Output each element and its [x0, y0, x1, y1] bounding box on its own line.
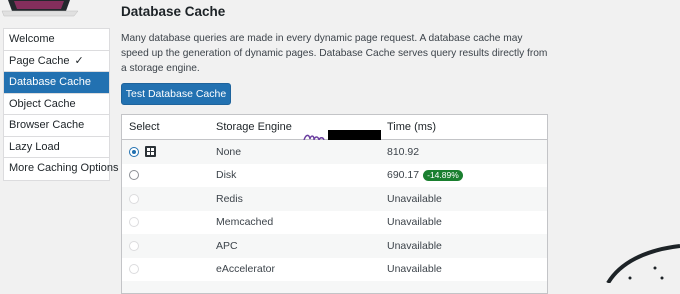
table-header: Select Storage Engine Time (ms): [122, 115, 547, 151]
engine-name: Memcached: [216, 216, 274, 229]
table-row: Redis Unavailable: [122, 187, 547, 211]
settings-sidebar: Welcome Page Cache ✓ Database Cache Objec…: [3, 28, 118, 181]
sidebar-item-page-cache[interactable]: Page Cache ✓: [4, 51, 109, 72]
sidebar-item-label: More Caching Options: [9, 162, 119, 174]
sidebar-item-label: Page Cache: [9, 54, 70, 67]
radio-apc: [129, 240, 139, 251]
engine-time: 810.92: [387, 145, 420, 158]
radio-disk[interactable]: [129, 170, 139, 181]
engine-name: Disk: [216, 169, 237, 182]
table-row[interactable]: None 810.92: [122, 140, 547, 164]
engine-time: Unavailable: [387, 192, 442, 205]
column-header-select: Select: [129, 121, 160, 133]
engine-name: Redis: [216, 192, 243, 205]
test-database-cache-button[interactable]: Test Database Cache: [121, 83, 231, 105]
radio-redis: [129, 193, 139, 204]
performance-badge: -14.89%: [423, 169, 463, 181]
sidebar-item-object-cache[interactable]: Object Cache: [4, 94, 109, 115]
sidebar-item-welcome[interactable]: Welcome: [4, 29, 109, 51]
page-title: Database Cache: [121, 4, 226, 19]
page-description: Many database queries are made in every …: [121, 33, 548, 74]
sidebar-item-label: Lazy Load: [9, 140, 60, 153]
engine-time: Unavailable: [387, 263, 442, 276]
sidebar-item-label: Welcome: [9, 33, 55, 45]
engine-time: 690.17: [387, 169, 420, 182]
engine-name: APC: [216, 239, 238, 252]
checkmark-icon: ✓: [74, 54, 84, 67]
decorative-arc: [606, 244, 680, 283]
sidebar-item-label: Object Cache: [9, 97, 76, 110]
engine-name: eAccelerator: [216, 263, 275, 276]
column-header-storage-engine: Storage Engine: [216, 121, 292, 133]
info-icon: [145, 146, 156, 158]
sidebar-item-browser-cache[interactable]: Browser Cache: [4, 115, 109, 137]
sidebar-item-label: Browser Cache: [9, 119, 85, 131]
sidebar-item-label: Database Cache: [9, 76, 91, 88]
table-row: eAccelerator Unavailable: [122, 258, 547, 282]
radio-eaccelerator: [129, 264, 139, 275]
storage-engine-table: Select Storage Engine Time (ms) None 810…: [121, 114, 548, 294]
engine-name: None: [216, 145, 242, 158]
table-row[interactable]: Disk 690.17 -14.89%: [122, 164, 547, 188]
table-row: APC Unavailable: [122, 234, 547, 258]
sidebar-item-database-cache[interactable]: Database Cache: [4, 72, 109, 94]
engine-time: Unavailable: [387, 239, 442, 252]
sidebar-item-more-caching-options[interactable]: More Caching Options: [4, 158, 118, 180]
radio-none[interactable]: [129, 146, 139, 157]
sidebar-item-lazy-load[interactable]: Lazy Load: [4, 137, 109, 158]
engine-time: Unavailable: [387, 216, 442, 229]
laptop-illustration: [0, 0, 110, 22]
column-header-time: Time (ms): [387, 121, 437, 133]
radio-memcached: [129, 217, 139, 228]
table-row: Memcached Unavailable: [122, 211, 547, 235]
